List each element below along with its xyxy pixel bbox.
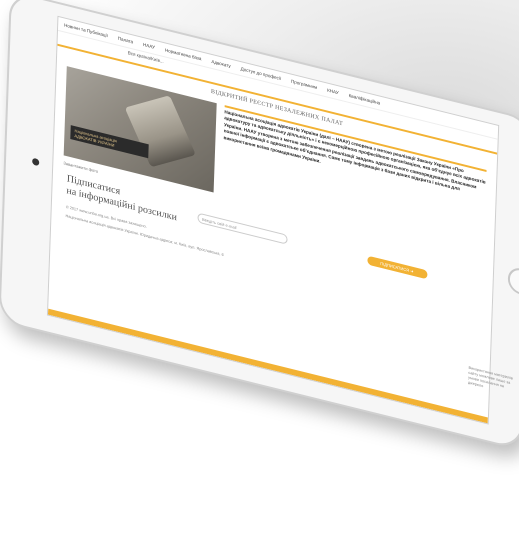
nav-item-naau[interactable]: НААУ: [143, 42, 155, 50]
footer-accent-bar: [47, 308, 488, 424]
nav-item-programs[interactable]: Програмним: [291, 79, 317, 90]
subscribe-button[interactable]: ПІДПИСАТИСЯ ➜: [366, 254, 428, 279]
nav-item-knau[interactable]: КНАУ: [327, 88, 339, 96]
nav-item-chamber[interactable]: Палата: [118, 36, 133, 45]
camera-icon: [32, 157, 40, 167]
home-button-icon[interactable]: [507, 265, 519, 298]
stamp-image: [124, 95, 196, 168]
nav-item-lawyer[interactable]: Адвокату: [211, 59, 230, 69]
